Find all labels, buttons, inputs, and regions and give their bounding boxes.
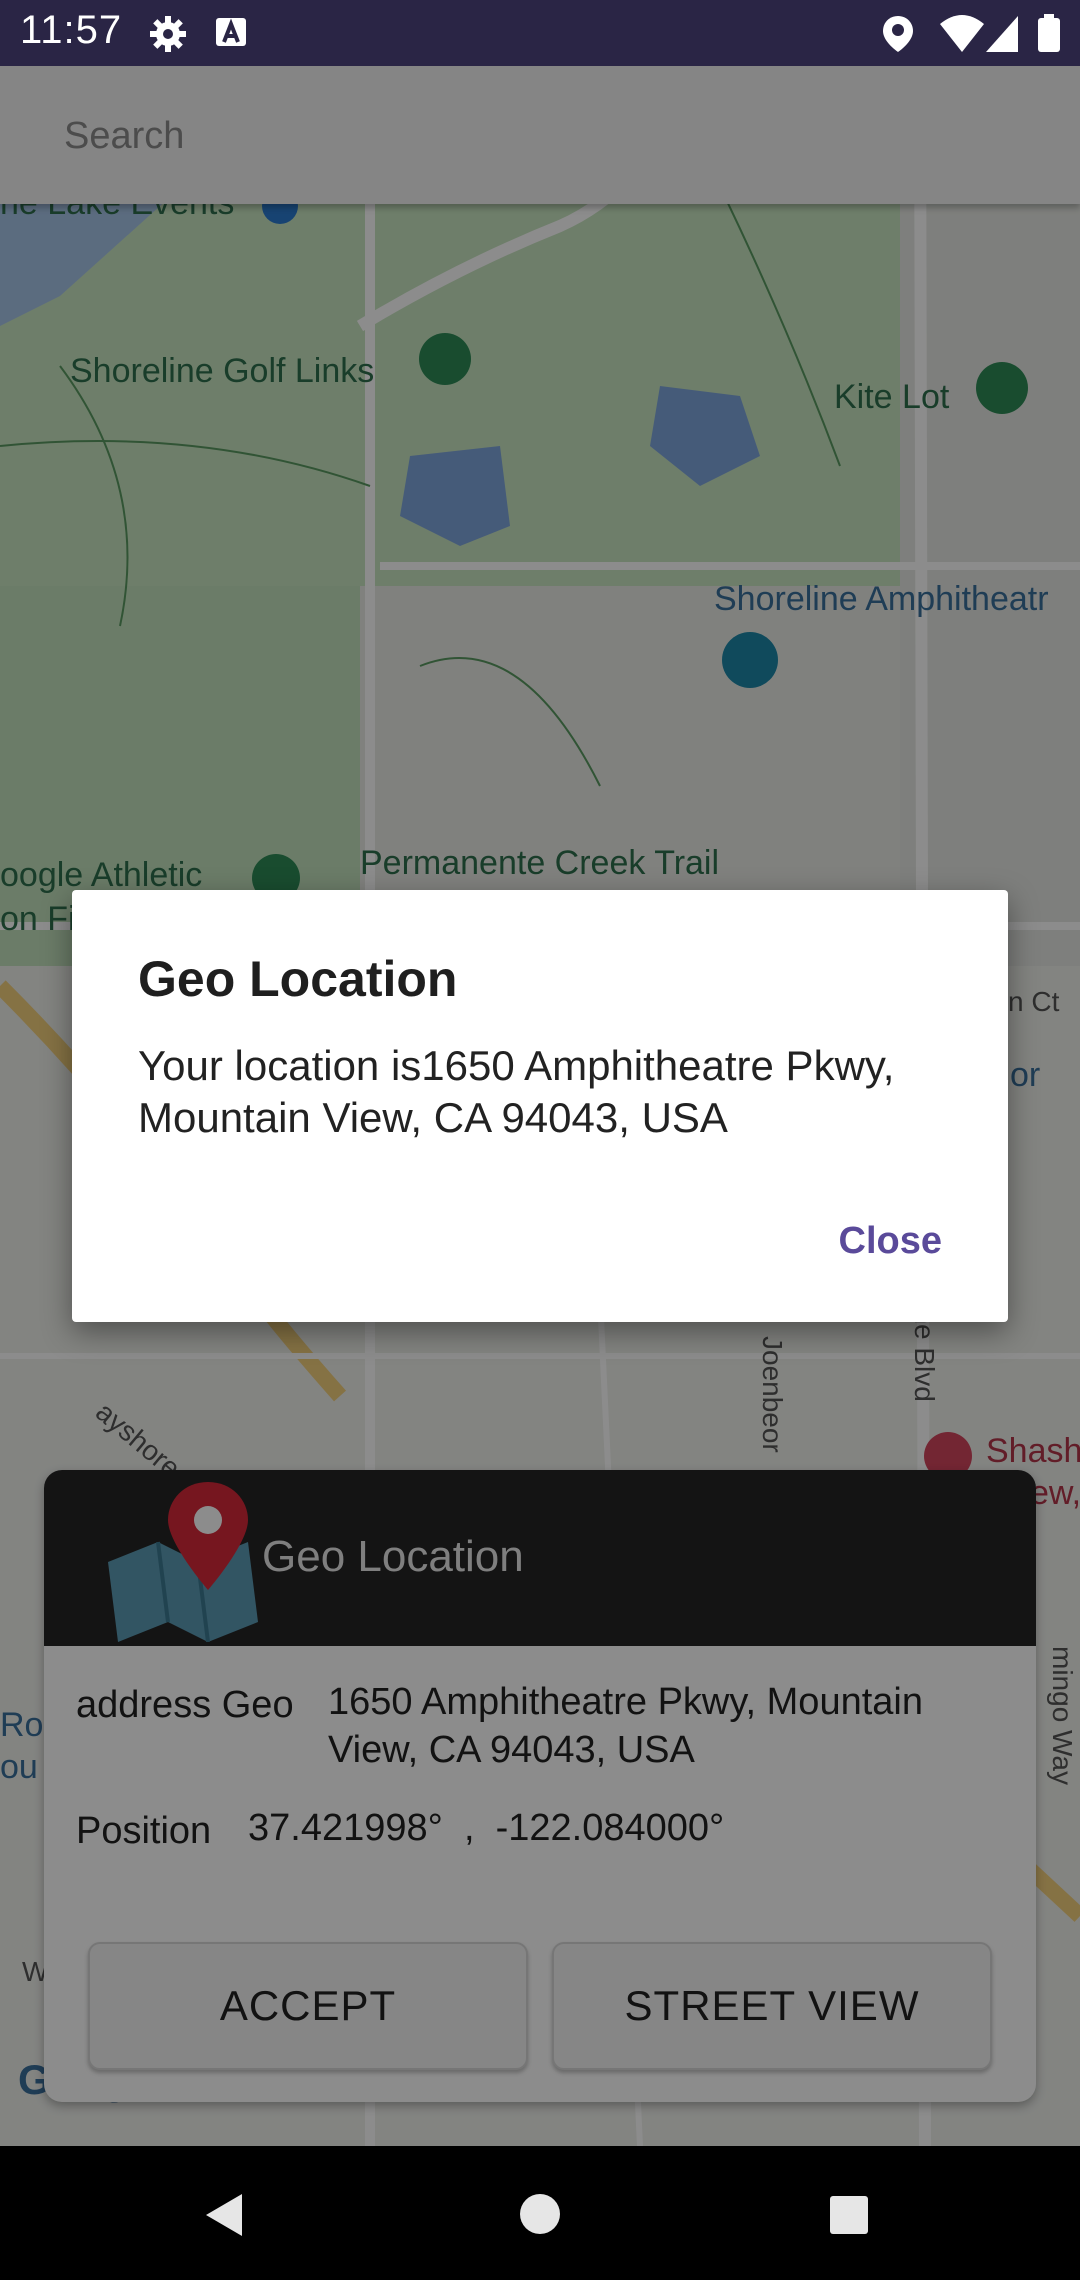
battery-icon (1038, 14, 1060, 52)
signal-icon (986, 16, 1018, 52)
navigation-bar (0, 2146, 1080, 2280)
dialog-message: Your location is1650 Amphitheatre Pkwy, … (138, 1042, 895, 1141)
location-icon (883, 16, 913, 52)
wifi-icon (940, 15, 984, 52)
back-icon[interactable] (204, 2192, 246, 2238)
geo-location-dialog: Geo Location Your location is1650 Amphit… (72, 890, 1008, 1322)
close-button[interactable]: Close (839, 1220, 942, 1263)
gear-icon (150, 16, 186, 52)
home-icon[interactable] (518, 2192, 562, 2236)
phone-screen: ne Lake Events Shoreline Golf Links Kite… (0, 0, 1080, 2280)
status-time: 11:57 (20, 8, 123, 52)
recents-icon[interactable] (828, 2194, 870, 2236)
status-bar: 11:57 (0, 0, 1080, 66)
a-icon (216, 18, 246, 46)
dialog-title: Geo Location (138, 951, 458, 1007)
